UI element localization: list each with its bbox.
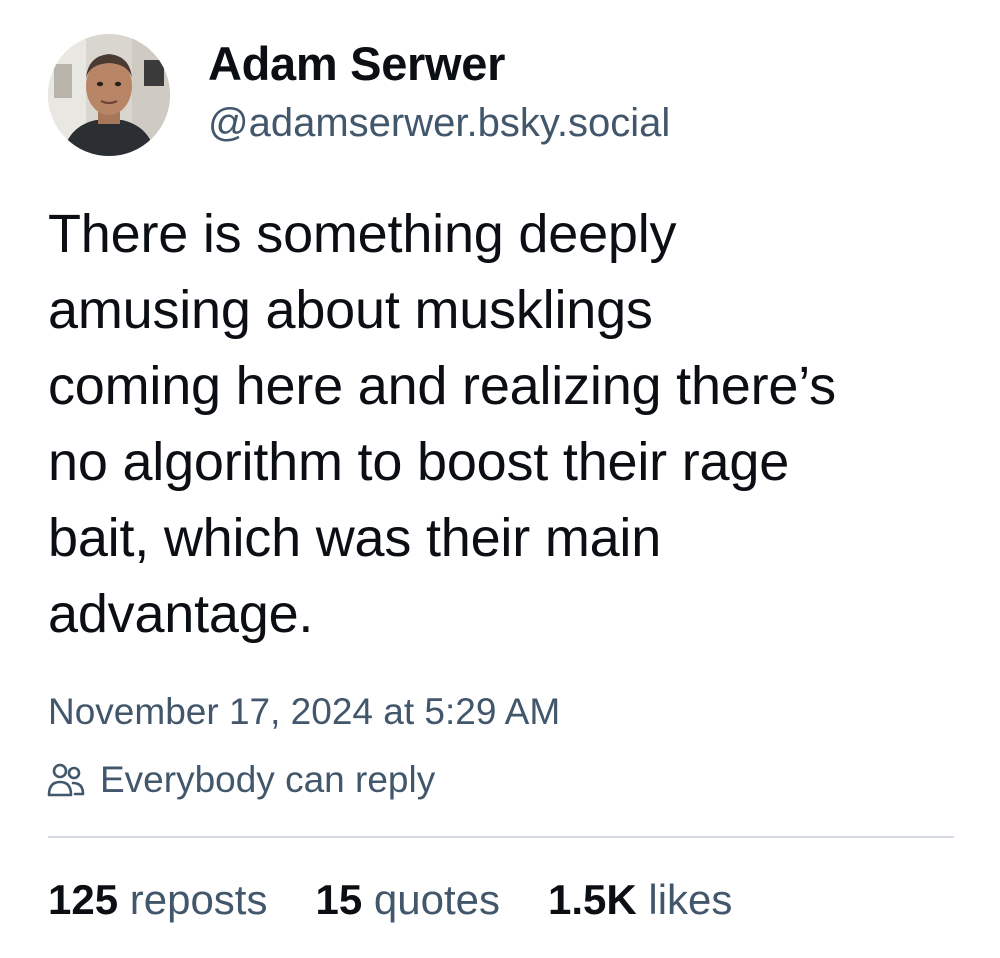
post-timestamp[interactable]: November 17, 2024 at 5:29 AM — [48, 688, 560, 736]
post-stats: 125 reposts 15 quotes 1.5K likes — [48, 872, 780, 928]
people-icon — [47, 763, 85, 797]
quotes-label: quotes — [373, 876, 500, 923]
avatar[interactable] — [48, 34, 170, 156]
reply-setting-label: Everybody can reply — [100, 759, 436, 800]
reposts-label: reposts — [129, 876, 268, 923]
likes-count: 1.5K — [547, 876, 637, 923]
avatar-photo-icon — [48, 34, 170, 156]
reposts-stat[interactable]: 125 reposts — [48, 872, 267, 928]
quotes-count: 15 — [315, 876, 363, 923]
divider — [48, 836, 954, 838]
post-text: There is something deeply amusing about … — [48, 204, 836, 644]
author-handle[interactable]: @adamserwer.bsky.social — [208, 97, 670, 149]
author-display-name[interactable]: Adam Serwer — [208, 35, 670, 93]
likes-label: likes — [648, 876, 733, 923]
post-header: Adam Serwer @adamserwer.bsky.social — [48, 34, 670, 156]
reply-setting: Everybody can reply — [46, 756, 435, 804]
author-names: Adam Serwer @adamserwer.bsky.social — [208, 37, 670, 149]
quotes-stat[interactable]: 15 quotes — [315, 872, 500, 928]
likes-stat[interactable]: 1.5K likes — [548, 872, 732, 928]
reposts-count: 125 — [48, 876, 119, 923]
